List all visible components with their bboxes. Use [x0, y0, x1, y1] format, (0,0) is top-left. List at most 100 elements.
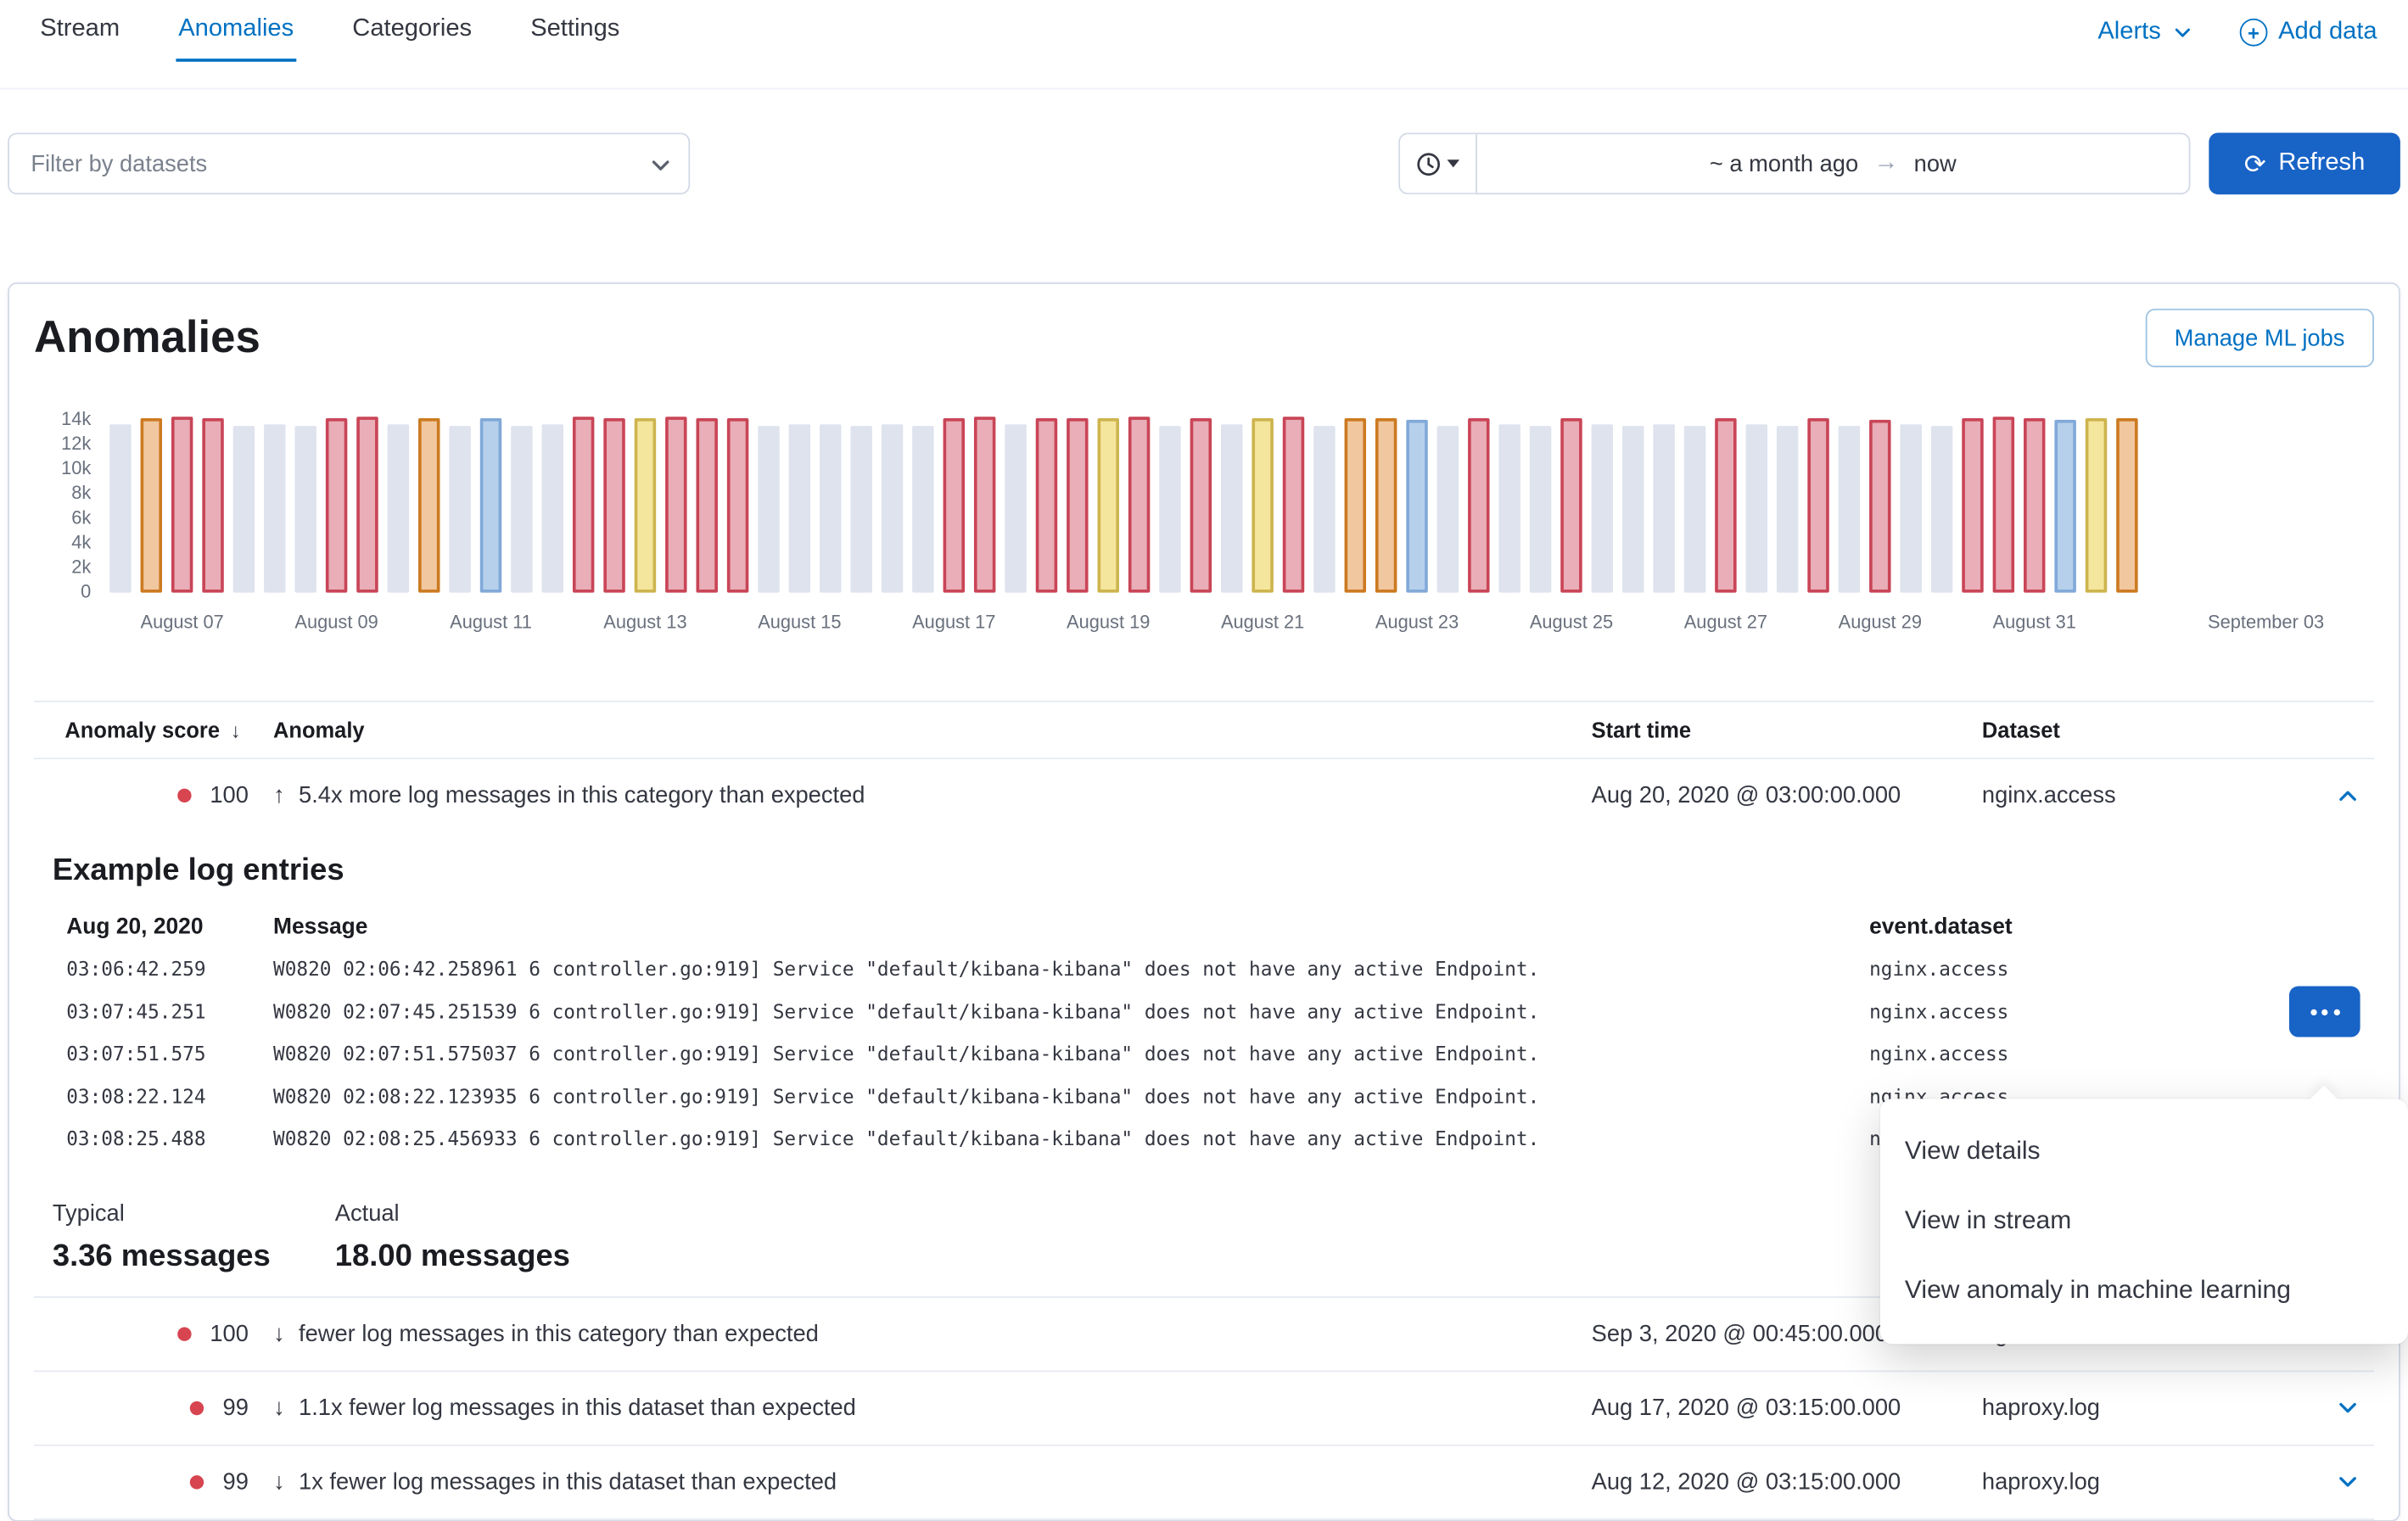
chart-bar-anomaly[interactable] — [1283, 417, 1304, 593]
dataset-filter-select[interactable] — [8, 132, 690, 194]
date-quick-select-button[interactable] — [1398, 132, 1476, 194]
chart-bar-anomaly[interactable] — [1067, 418, 1088, 593]
chart-bar[interactable] — [1931, 425, 1952, 592]
chart-bar-anomaly[interactable] — [1468, 418, 1489, 593]
chart-bar[interactable] — [1746, 425, 1767, 593]
chart-bar-anomaly[interactable] — [2024, 418, 2045, 592]
chart-bar-anomaly[interactable] — [356, 417, 378, 593]
menu-item-view-details[interactable]: View details — [1880, 1117, 2408, 1187]
chart-bar[interactable] — [789, 425, 810, 593]
chart-bar[interactable] — [1839, 426, 1860, 592]
chart-bar-anomaly[interactable] — [2116, 418, 2137, 593]
chart-bar[interactable] — [1622, 425, 1644, 592]
chart-bar[interactable] — [1437, 425, 1459, 592]
chart-bar[interactable] — [388, 425, 409, 593]
column-anomaly-score[interactable]: Anomaly score ↓ — [34, 718, 273, 742]
y-axis-label: 2k — [71, 556, 91, 577]
chart-bar[interactable] — [109, 425, 131, 593]
expand-row-button[interactable] — [2332, 1466, 2363, 1496]
chart-bar-anomaly[interactable] — [1097, 418, 1118, 592]
chevron-down-icon — [2172, 21, 2193, 42]
chart-bar[interactable] — [1684, 426, 1705, 592]
chart-bar[interactable] — [1592, 424, 1613, 593]
tab-stream[interactable]: Stream — [37, 15, 123, 62]
chart-bar-anomaly[interactable] — [1190, 418, 1212, 593]
chart-bar-anomaly[interactable] — [727, 418, 748, 592]
chart-bar-anomaly[interactable] — [1128, 417, 1150, 593]
chart-bar-anomaly[interactable] — [1715, 418, 1736, 593]
clock-icon — [1415, 150, 1442, 176]
chart-bar[interactable] — [233, 426, 255, 592]
chart-bar[interactable] — [511, 425, 532, 592]
tab-anomalies[interactable]: Anomalies — [176, 15, 297, 62]
row-actions-button[interactable] — [2289, 986, 2360, 1037]
chart-bar[interactable] — [912, 426, 933, 592]
chart-bar[interactable] — [1777, 425, 1798, 592]
tab-settings[interactable]: Settings — [528, 15, 623, 62]
chart-bar-anomaly[interactable] — [1807, 418, 1828, 592]
alerts-menu-button[interactable]: Alerts — [2097, 19, 2193, 47]
y-axis-label: 12k — [61, 433, 91, 454]
chart-bar[interactable] — [1530, 426, 1551, 592]
chart-bar-anomaly[interactable] — [573, 417, 594, 593]
date-range-display[interactable]: ~ a month ago → now — [1476, 132, 2190, 194]
chart-bar[interactable] — [1653, 425, 1674, 593]
chart-bar[interactable] — [1221, 425, 1242, 593]
chart-bar-anomaly[interactable] — [171, 417, 193, 593]
chart-bar-anomaly[interactable] — [696, 418, 717, 593]
menu-item-view-anomaly-ml[interactable]: View anomaly in machine learning — [1880, 1256, 2408, 1326]
chart-bar-anomaly[interactable] — [2054, 419, 2075, 592]
chart-bar[interactable] — [850, 425, 871, 592]
anomaly-score: 99 — [223, 1395, 249, 1421]
chart-bar-anomaly[interactable] — [326, 418, 347, 592]
refresh-button[interactable]: ⟳ Refresh — [2209, 132, 2400, 194]
chart-bar-anomaly[interactable] — [1345, 418, 1366, 593]
severity-dot — [190, 1474, 204, 1488]
chart-bar[interactable] — [294, 425, 316, 592]
chart-bar-anomaly[interactable] — [635, 418, 656, 592]
chart-bar-anomaly[interactable] — [141, 418, 162, 592]
chart-bar-anomaly[interactable] — [480, 418, 501, 592]
tab-categories[interactable]: Categories — [350, 15, 475, 62]
chart-bar-anomaly[interactable] — [418, 418, 440, 593]
chart-bar-anomaly[interactable] — [665, 417, 686, 593]
chart-bar[interactable] — [1900, 425, 1921, 593]
chart-bar[interactable] — [449, 426, 470, 592]
chart-bar-anomaly[interactable] — [202, 418, 223, 593]
chart-bar[interactable] — [1313, 426, 1335, 592]
chart-bar-anomaly[interactable] — [1869, 419, 1890, 592]
chart-bar-anomaly[interactable] — [1560, 418, 1582, 592]
expand-row-button[interactable] — [2332, 780, 2363, 811]
top-navigation: Stream Anomalies Categories Settings Ale… — [0, 0, 2408, 90]
expand-row-button[interactable] — [2332, 1392, 2363, 1423]
ellipsis-icon — [2333, 1009, 2339, 1015]
chart-bar[interactable] — [1498, 425, 1520, 593]
chart-bar[interactable] — [1159, 425, 1180, 592]
chart-bar-anomaly[interactable] — [603, 418, 624, 593]
anomalies-histogram[interactable]: 14k12k10k8k6k4k2k0 August 07August 09Aug… — [34, 420, 2374, 646]
chart-bar-anomaly[interactable] — [974, 417, 995, 593]
dataset-filter-input[interactable] — [9, 134, 688, 193]
menu-item-view-in-stream[interactable]: View in stream — [1880, 1187, 2408, 1256]
chart-bar-anomaly[interactable] — [1375, 418, 1397, 592]
chart-bar[interactable] — [820, 424, 841, 593]
chart-bar-anomaly[interactable] — [944, 418, 965, 593]
anomaly-text: 5.4x more log messages in this category … — [299, 782, 865, 808]
chart-bar-anomaly[interactable] — [1962, 418, 1983, 593]
chart-bar[interactable] — [758, 426, 779, 592]
chart-bar-anomaly[interactable] — [1993, 417, 2014, 593]
add-data-button[interactable]: + Add data — [2240, 19, 2377, 47]
x-axis-label: August 21 — [1221, 611, 1304, 632]
chart-bar-anomaly[interactable] — [1406, 419, 1427, 592]
page-title: Anomalies — [34, 312, 260, 363]
chart-bar-anomaly[interactable] — [2086, 418, 2107, 592]
chart-bar[interactable] — [542, 424, 563, 593]
chart-bar-anomaly[interactable] — [1252, 418, 1273, 592]
chart-bar[interactable] — [882, 425, 903, 593]
manage-ml-jobs-button[interactable]: Manage ML jobs — [2145, 309, 2374, 367]
log-dataset-header: event.dataset — [1869, 915, 2374, 940]
chart-bar-anomaly[interactable] — [1036, 418, 1057, 592]
log-dataset: nginx.access — [1869, 1042, 2374, 1065]
chart-bar[interactable] — [1005, 425, 1026, 593]
chart-bar[interactable] — [264, 424, 285, 593]
